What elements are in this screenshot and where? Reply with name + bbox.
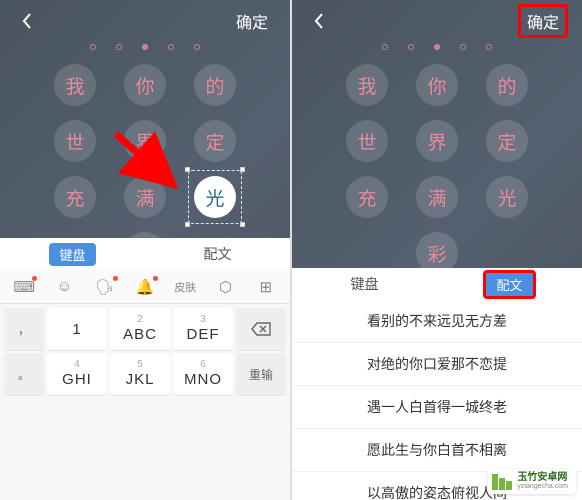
dot [486,44,492,50]
back-button[interactable] [306,8,332,34]
watermark-logo-icon [492,474,513,490]
key-3-def[interactable]: 3DEF [173,308,233,350]
watermark-title: 玉竹安卓网 [517,472,568,483]
char-cell[interactable]: 我 [346,64,388,106]
tab-keyboard[interactable]: 键盘 [0,238,145,270]
char-cell[interactable]: 定 [486,120,528,162]
tab-text[interactable]: 配文 [145,238,290,270]
confirm-button[interactable]: 确定 [518,4,568,38]
text-option[interactable]: 对绝的你口爱那不恋提 [292,343,582,386]
watermark-url: yziangecha.com [517,483,568,491]
dot [90,44,96,50]
voice-icon[interactable]: 🗣 [90,274,120,300]
page-dots [292,44,582,50]
key-backspace[interactable] [236,308,286,350]
topbar: 确定 [292,0,582,38]
key-punct-period[interactable]: 。 [4,353,44,395]
dot [460,44,466,50]
char-cell[interactable]: 界 [124,120,166,162]
resize-handle[interactable] [240,222,245,227]
keyboard-panel: ⌨ ☺ 🗣 🔔 皮肤 ⬡ ⊞ ， 1 2ABC 3DEF 。 4GHI 5J [0,270,290,500]
text-option[interactable]: 遇一人白首得一城终老 [292,386,582,429]
dot [194,44,200,50]
char-cell[interactable]: 满 [124,176,166,218]
resize-handle[interactable] [185,222,190,227]
char-cell[interactable]: 满 [416,176,458,218]
watermark: 玉竹安卓网 yziangecha.com [488,469,576,494]
tabs: 键盘 配文 [0,238,290,270]
kb-switch-icon[interactable]: ⌨ [9,274,39,300]
confirm-button[interactable]: 确定 [228,6,276,36]
tab-text[interactable]: 配文 [437,268,582,300]
dot-active [434,44,440,50]
char-cell[interactable]: 界 [416,120,458,162]
dot [382,44,388,50]
resize-handle[interactable] [185,167,190,172]
char-grid: 我 你 的 世 界 定 充 满 光 彩 [292,64,582,274]
keyboard-grid: ， 1 2ABC 3DEF 。 4GHI 5JKL 6MNO 重输 [0,304,290,489]
key-6-mno[interactable]: 6MNO [173,353,233,395]
char-cell[interactable]: 光 [486,176,528,218]
tab-keyboard[interactable]: 键盘 [292,268,437,300]
char-cell[interactable]: 你 [124,64,166,106]
dot [408,44,414,50]
back-button[interactable] [14,8,40,34]
keyboard-toolbar: ⌨ ☺ 🗣 🔔 皮肤 ⬡ ⊞ [0,270,290,304]
char-cell[interactable]: 充 [54,176,96,218]
key-5-jkl[interactable]: 5JKL [110,353,170,395]
char-cell[interactable]: 充 [346,176,388,218]
selected-char-label: 光 [205,184,224,211]
char-cell[interactable]: 定 [194,120,236,162]
key-4-ghi[interactable]: 4GHI [47,353,107,395]
char-cell[interactable]: 世 [346,120,388,162]
text-option[interactable]: 看别的不来远见无方差 [292,300,582,343]
chevron-left-icon [22,13,32,29]
emoji-icon[interactable]: ☺ [49,274,79,300]
resize-handle[interactable] [240,167,245,172]
dot-active [142,44,148,50]
sparkle-icon[interactable]: 皮肤 [170,274,200,300]
char-cell[interactable]: 的 [486,64,528,106]
page-dots [0,44,290,50]
chevron-left-icon [314,13,324,29]
right-screen: 确定 我 你 的 世 界 定 充 满 光 [292,0,582,500]
dot [168,44,174,50]
hexagon-icon[interactable]: ⬡ [211,274,241,300]
grid-icon[interactable]: ⊞ [251,274,281,300]
char-cell-selected[interactable]: 光 [194,176,236,218]
char-cell[interactable]: 世 [54,120,96,162]
bell-icon[interactable]: 🔔 [130,274,160,300]
dot [116,44,122,50]
left-screen: 确定 我 你 的 世 界 定 充 满 光 [0,0,290,500]
tabs: 键盘 配文 [292,268,582,300]
char-cell[interactable]: 你 [416,64,458,106]
char-cell[interactable]: 我 [54,64,96,106]
text-option[interactable]: 愿此生与你白首不相离 [292,429,582,472]
backspace-icon [251,322,271,336]
char-cell[interactable]: 的 [194,64,236,106]
key-2-abc[interactable]: 2ABC [110,308,170,350]
key-reinput[interactable]: 重输 [236,353,286,395]
key-1[interactable]: 1 [47,308,107,350]
key-punct-comma[interactable]: ， [4,308,44,350]
topbar: 确定 [0,0,290,38]
